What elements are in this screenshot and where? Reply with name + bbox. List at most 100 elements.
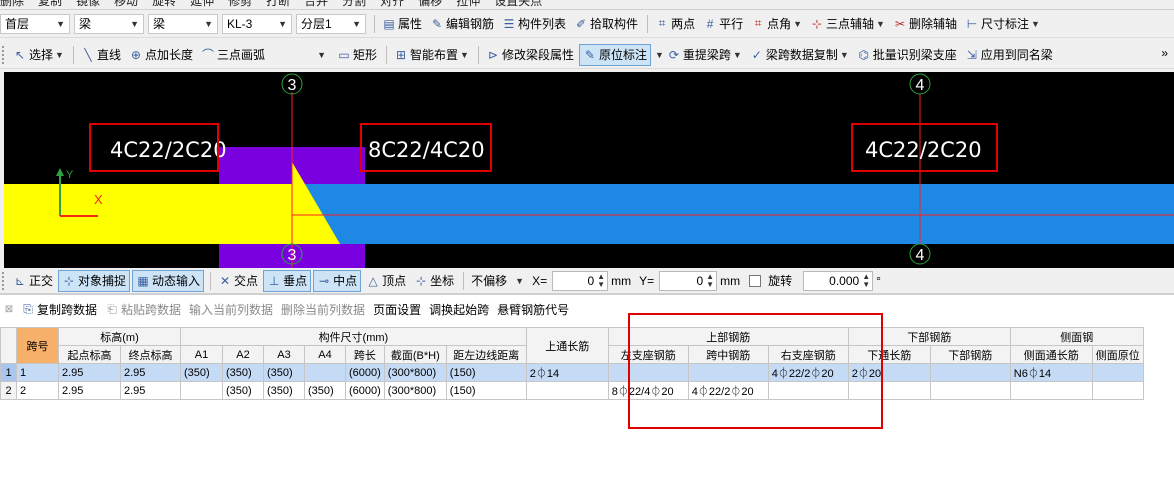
ortho-button[interactable]: ⊾ 正交 <box>10 270 56 292</box>
span-data-copy-button[interactable]: ✓ 梁跨数据复制 ▼ <box>747 44 852 66</box>
header-a4[interactable]: A4 <box>304 345 346 364</box>
offset-dropdown[interactable]: 不偏移 ▼ <box>468 270 527 292</box>
header-end-elev[interactable]: 终点标高 <box>120 345 181 364</box>
coordinate-snap-button[interactable]: ⊹ 坐标 <box>411 270 457 292</box>
header-top-through[interactable]: 上通长筋 <box>525 327 609 364</box>
panel-pin-icon[interactable]: ⊠ <box>2 304 16 315</box>
cell-section[interactable]: (300*800) <box>383 381 447 400</box>
cell-start-elev[interactable]: 2.95 <box>58 363 121 382</box>
rotate-checkbox[interactable] <box>749 274 762 287</box>
cell-right-support[interactable]: 4⏀22/2⏀20 <box>767 363 849 382</box>
cell-a2[interactable]: (350) <box>222 381 264 400</box>
modify-span-props-button[interactable]: ⊳ 修改梁段属性 <box>483 44 577 66</box>
cell-mid-span[interactable] <box>687 363 769 382</box>
point-angle-button[interactable]: ⌗ 点角 ▼ <box>748 13 805 35</box>
rotate-angle-input[interactable]: 0.000 ▲ ▼ <box>803 270 874 291</box>
cell-a4[interactable] <box>304 363 346 382</box>
drawing-canvas[interactable]: 3 3 4 4 4C22/2C20 8C22/4C20 4C22/2C20 Y … <box>4 72 1174 268</box>
cell-side-in-place[interactable] <box>1091 363 1144 382</box>
cell-a3[interactable]: (350) <box>263 381 305 400</box>
cell-right-support[interactable] <box>767 381 849 400</box>
pick-member-button[interactable]: ✐ 拾取构件 <box>571 13 641 35</box>
cell-span-length[interactable]: (6000) <box>345 381 385 400</box>
cell-a4[interactable]: (350) <box>304 381 346 400</box>
header-left-support[interactable]: 左支座钢筋 <box>607 345 689 364</box>
table-row[interactable]: 1 1 2.95 2.95 (350) (350) (350) (6000) (… <box>0 363 1144 382</box>
parallel-button[interactable]: # 平行 <box>700 13 746 35</box>
header-span-length[interactable]: 跨长 <box>345 345 385 364</box>
three-point-axis-button[interactable]: ⊹ 三点辅轴 ▼ <box>807 13 888 35</box>
cell-start-elev[interactable]: 2.95 <box>58 381 121 400</box>
re-extract-span-button[interactable]: ⟳ 重提梁跨 ▼ <box>664 44 745 66</box>
delete-current-column-button[interactable]: 删除当前列数据 <box>278 298 368 320</box>
intersection-snap-button[interactable]: ✕ 交点 <box>215 270 261 292</box>
cell-span-no[interactable]: 2 <box>16 381 59 400</box>
header-section[interactable]: 截面(B*H) <box>383 345 447 364</box>
cell-end-elev[interactable]: 2.95 <box>120 381 181 400</box>
cell-bottom-through[interactable]: 2⏀20 <box>847 363 931 382</box>
two-point-button[interactable]: ⌗ 两点 <box>652 13 698 35</box>
table-row[interactable]: 2 2 2.95 2.95 (350) (350) (350) (6000) (… <box>0 381 1144 400</box>
header-a1[interactable]: A1 <box>180 345 223 364</box>
arc-mode-dropdown[interactable]: ▼ <box>270 45 330 65</box>
cell-bottom-rebar[interactable] <box>929 363 1011 382</box>
header-bottom-rebar-sub[interactable]: 下部钢筋 <box>929 345 1011 364</box>
header-side-in-place[interactable]: 侧面原位 <box>1091 345 1144 364</box>
cell-a1[interactable]: (350) <box>180 363 223 382</box>
page-setup-button[interactable]: 页面设置 <box>370 298 424 320</box>
dimension-button[interactable]: ⊢ 尺寸标注 ▼ <box>962 13 1043 35</box>
header-side-through[interactable]: 侧面通长筋 <box>1009 345 1093 364</box>
row-header[interactable]: 1 <box>0 363 17 382</box>
point-length-button[interactable]: ⊕ 点加长度 <box>126 44 196 66</box>
cell-a2[interactable]: (350) <box>222 363 264 382</box>
cell-a1[interactable] <box>180 381 223 400</box>
cell-mid-span[interactable]: 4⏀22/2⏀20 <box>687 381 769 400</box>
header-a3[interactable]: A3 <box>263 345 305 364</box>
cell-left-support[interactable]: 8⏀22/4⏀20 <box>607 381 689 400</box>
copy-span-data-button[interactable]: ⎘ 复制跨数据 <box>18 298 100 320</box>
type-select[interactable]: 梁 ▼ <box>74 13 144 34</box>
vertex-snap-button[interactable]: △ 顶点 <box>363 270 409 292</box>
cell-top-through[interactable]: 2⏀14 <box>525 363 609 382</box>
cell-left-edge-dist[interactable]: (150) <box>445 363 527 382</box>
delete-axis-button[interactable]: ✂ 删除辅轴 <box>890 13 960 35</box>
cell-side-through[interactable] <box>1009 381 1093 400</box>
cell-left-edge-dist[interactable]: (150) <box>445 381 527 400</box>
cell-a3[interactable]: (350) <box>263 363 305 382</box>
object-snap-button[interactable]: ⊹ 对象捕捉 <box>58 269 131 292</box>
edit-rebar-button[interactable]: ✎ 编辑钢筋 <box>427 13 497 35</box>
row-header[interactable]: 2 <box>0 381 17 400</box>
member-list-button[interactable]: ☰ 构件列表 <box>499 13 569 35</box>
three-point-arc-button[interactable]: ⌒ 三点画弧 <box>198 44 268 66</box>
cell-side-in-place[interactable] <box>1091 381 1144 400</box>
apply-same-name-button[interactable]: ⇲ 应用到同名梁 <box>962 44 1056 66</box>
cell-span-no[interactable]: 1 <box>16 363 59 382</box>
header-bottom-through[interactable]: 下通长筋 <box>847 345 931 364</box>
cell-bottom-rebar[interactable] <box>929 381 1011 400</box>
header-left-edge-dist[interactable]: 距左边线距离 <box>445 345 527 364</box>
rebar-label-left-support[interactable]: 4C22/2C20 <box>110 138 227 162</box>
swap-start-span-button[interactable]: 调换起始跨 <box>426 298 492 320</box>
rebar-label-right-support[interactable]: 4C22/2C20 <box>865 138 982 162</box>
line-button[interactable]: ╲ 直线 <box>78 44 124 66</box>
toolbar-overflow-icon[interactable]: » <box>1161 46 1168 60</box>
cell-bottom-through[interactable] <box>847 381 931 400</box>
cell-span-length[interactable]: (6000) <box>345 363 385 382</box>
smart-layout-button[interactable]: ⊞ 智能布置 ▼ <box>391 44 472 66</box>
properties-button[interactable]: ▤ 属性 <box>379 13 425 35</box>
header-mid-span[interactable]: 跨中钢筋 <box>687 345 769 364</box>
in-place-annotation-button[interactable]: ✎ 原位标注 <box>578 43 651 66</box>
cell-end-elev[interactable]: 2.95 <box>120 363 181 382</box>
header-start-elev[interactable]: 起点标高 <box>58 345 121 364</box>
cantilever-rebar-code-button[interactable]: 悬臂钢筋代号 <box>494 298 572 320</box>
header-right-support[interactable]: 右支座钢筋 <box>767 345 849 364</box>
rectangle-button[interactable]: ▭ 矩形 <box>334 44 380 66</box>
rebar-label-mid-support[interactable]: 8C22/4C20 <box>368 138 485 162</box>
layer-select[interactable]: 分层1 ▼ <box>296 13 366 34</box>
header-a2[interactable]: A2 <box>222 345 264 364</box>
annotation-dropdown[interactable]: ▼ <box>655 50 664 60</box>
subtype-select[interactable]: 梁 ▼ <box>148 13 218 34</box>
select-button[interactable]: ↖ 选择 ▼ <box>10 44 67 66</box>
header-span-no[interactable]: 跨号 <box>16 327 59 364</box>
member-select[interactable]: KL-3 ▼ <box>222 13 292 34</box>
